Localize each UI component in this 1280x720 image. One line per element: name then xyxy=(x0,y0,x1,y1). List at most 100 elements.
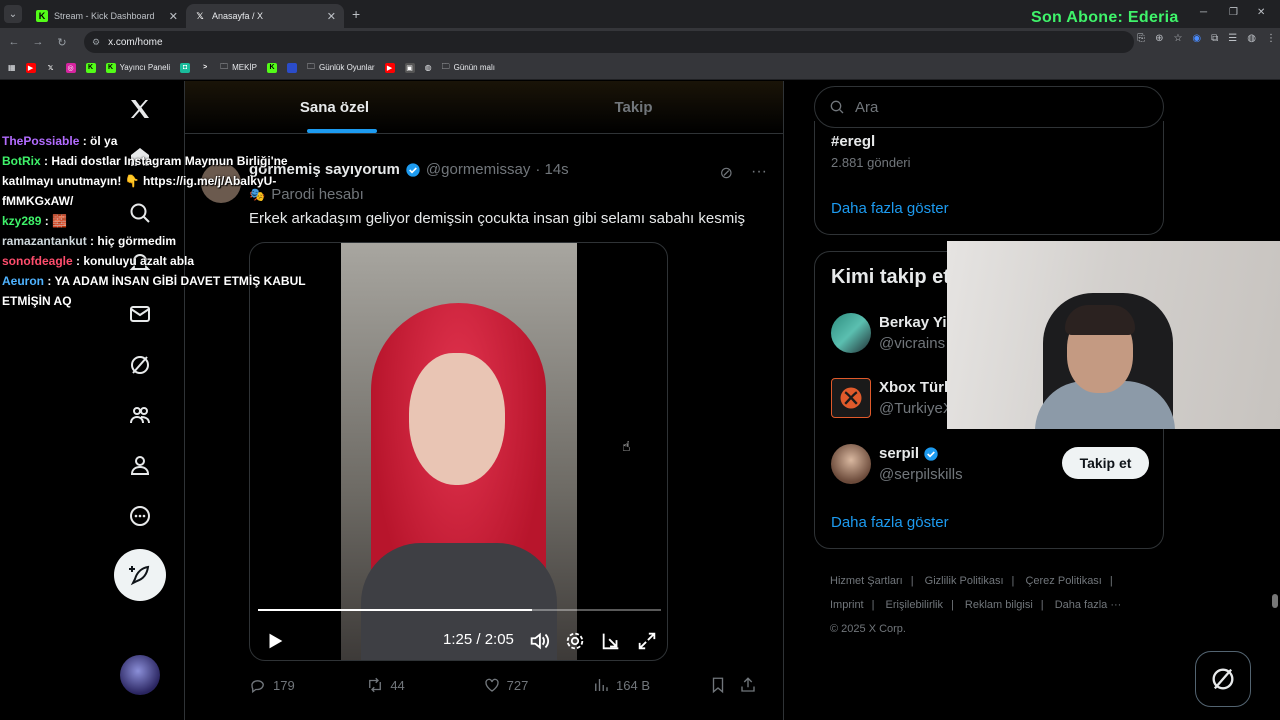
bookmark-label: MEKİP xyxy=(232,63,258,72)
extensions-puzzle-icon[interactable]: ⧉ xyxy=(1211,33,1218,44)
tweet-engagement-bar: 179 44 727 164 B xyxy=(249,676,769,694)
zoom-icon[interactable]: ⊕ xyxy=(1155,33,1163,44)
bookmark-kick[interactable]: K xyxy=(85,62,96,73)
url-field[interactable]: ⚙ x.com/home xyxy=(84,31,1134,53)
reload-icon[interactable]: ↻ xyxy=(52,36,72,49)
bookmark-youtube[interactable]: ▶ xyxy=(25,62,36,73)
follow-button[interactable]: Takip et xyxy=(1062,447,1149,479)
new-tab-icon[interactable]: + xyxy=(352,6,360,22)
maximize-icon[interactable]: ❐ xyxy=(1229,7,1238,18)
bookmark-gunluk-oyunlar[interactable]: 🗀 Günlük Oyunlar xyxy=(307,61,375,75)
analytics-icon xyxy=(595,679,608,691)
nav-more[interactable] xyxy=(114,494,166,538)
footer-accessibility-link[interactable]: Erişilebilirlik xyxy=(886,599,943,611)
nav-grok[interactable] xyxy=(114,343,166,387)
suggestion-name: serpil xyxy=(879,445,920,462)
bookmark-button[interactable] xyxy=(709,676,739,694)
extension-icon[interactable]: ◉ xyxy=(1192,33,1201,44)
tab-kick-dashboard[interactable]: K Stream - Kick Dashboard ✕ xyxy=(28,4,186,28)
page-scrollbar[interactable] xyxy=(1272,594,1278,608)
suggestion-avatar[interactable] xyxy=(831,444,871,484)
fullscreen-icon xyxy=(638,632,656,650)
tweet-time[interactable]: · 14s xyxy=(535,161,568,178)
bookmark-blue[interactable] xyxy=(287,62,298,73)
view-count: 164 B xyxy=(616,677,651,693)
bookmark-gunun-mali[interactable]: 🗀 Günün malı xyxy=(442,61,495,75)
footer-more-link[interactable]: Daha fazla ··· xyxy=(1055,599,1122,611)
like-button[interactable]: 727 xyxy=(483,676,592,694)
views-button[interactable]: 164 B xyxy=(592,676,709,694)
account-avatar[interactable] xyxy=(120,655,160,695)
globe-icon: ◍ xyxy=(424,63,432,72)
chat-username: kzy289 xyxy=(2,214,42,228)
tab-list-icon[interactable]: ☰ xyxy=(1228,33,1237,44)
video-progress-bar[interactable] xyxy=(258,609,661,611)
bookmark-yayinci-paneli[interactable]: K Yayıncı Paneli xyxy=(105,62,170,73)
nav-x-logo[interactable] xyxy=(114,87,166,131)
trend-hashtag[interactable]: #eregl xyxy=(831,133,875,150)
reply-button[interactable]: 179 xyxy=(249,676,366,694)
trends-show-more-link[interactable]: Daha fazla göster xyxy=(831,200,949,217)
suggestion-name: Berkay Yi xyxy=(879,314,947,331)
close-tab-icon[interactable]: ✕ xyxy=(169,10,178,23)
bookmark-app-green[interactable]: ◘ xyxy=(180,62,191,73)
bookmark-terminal[interactable]: > xyxy=(200,63,210,73)
tab-following[interactable]: Takip xyxy=(484,81,783,133)
bookmark-instagram[interactable]: ◎ xyxy=(65,62,76,73)
chat-username: BotRix xyxy=(2,154,41,168)
install-icon[interactable]: ⎘ xyxy=(1137,33,1145,44)
who-to-follow-show-more-link[interactable]: Daha fazla göster xyxy=(831,514,949,531)
bookmark-star-icon[interactable]: ☆ xyxy=(1173,33,1182,44)
profile-icon[interactable]: ◍ xyxy=(1247,33,1256,44)
play-icon xyxy=(269,633,283,649)
play-button[interactable] xyxy=(264,630,286,657)
bookmark-globe[interactable]: ◍ xyxy=(425,63,432,72)
video-time: 1:25 / 2:05 xyxy=(443,631,514,648)
repost-button[interactable]: 44 xyxy=(366,676,482,694)
xbox-logo-avatar[interactable] xyxy=(831,378,871,418)
video-progress-fill xyxy=(258,609,533,611)
reply-count: 179 xyxy=(273,677,295,693)
footer-privacy-link[interactable]: Gizlilik Politikası xyxy=(925,575,1004,587)
settings-button[interactable] xyxy=(564,630,586,657)
tweet-author-handle[interactable]: @gormemissay xyxy=(426,161,530,178)
more-dots-icon[interactable]: ··· xyxy=(751,163,767,183)
bookmark-mekip[interactable]: 🗀 MEKİP xyxy=(220,61,257,75)
bookmark-image[interactable]: ▣ xyxy=(404,62,415,73)
share-button[interactable] xyxy=(739,676,769,694)
fullscreen-button[interactable] xyxy=(636,630,658,657)
minimize-icon[interactable]: ─ xyxy=(1200,7,1207,18)
apps-grid-icon[interactable]: ▦ xyxy=(8,63,16,72)
suggestion-avatar[interactable] xyxy=(831,313,871,353)
footer-ads-info-link[interactable]: Reklam bilgisi xyxy=(965,599,1033,611)
grok-floating-button[interactable] xyxy=(1195,651,1251,707)
nav-profile[interactable] xyxy=(114,443,166,487)
bookmark-youtube-2[interactable]: ▶ xyxy=(384,62,395,73)
compose-post-button[interactable] xyxy=(114,549,166,601)
nav-communities[interactable] xyxy=(114,393,166,437)
footer-terms-link[interactable]: Hizmet Şartları xyxy=(830,575,903,587)
footer-separator: | xyxy=(871,599,875,611)
back-icon[interactable]: ← xyxy=(4,36,24,48)
bookmark-kick-2[interactable]: K xyxy=(267,62,278,73)
follow-suggestion[interactable]: serpil @serpilskills Takip et xyxy=(831,444,1149,484)
forward-icon[interactable]: → xyxy=(28,36,48,48)
dock-video-button[interactable] xyxy=(600,630,622,657)
footer-imprint-link[interactable]: Imprint xyxy=(830,599,864,611)
bookmark-x[interactable]: 𝕏 xyxy=(46,63,56,73)
folder-icon: 🗀 xyxy=(220,61,229,71)
tab-for-you[interactable]: Sana özel xyxy=(185,81,484,133)
instagram-icon: ◎ xyxy=(65,62,76,73)
footer-cookie-link[interactable]: Çerez Politikası xyxy=(1025,575,1101,587)
webcam-person-hair xyxy=(1065,305,1135,335)
menu-dots-icon[interactable]: ⋮ xyxy=(1266,33,1276,44)
bookmark-label: Günün malı xyxy=(453,63,495,72)
tab-x-home[interactable]: 𝕏 Anasayfa / X ✕ xyxy=(186,4,344,28)
grok-icon[interactable]: ⊘ xyxy=(720,163,733,183)
close-tab-icon[interactable]: ✕ xyxy=(327,10,336,23)
volume-button[interactable] xyxy=(528,630,550,657)
tab-search-icon[interactable]: ⌄ xyxy=(4,5,22,23)
site-info-icon[interactable]: ⚙ xyxy=(92,37,100,48)
image-icon: ▣ xyxy=(404,62,415,73)
close-window-icon[interactable]: ✕ xyxy=(1257,7,1265,18)
